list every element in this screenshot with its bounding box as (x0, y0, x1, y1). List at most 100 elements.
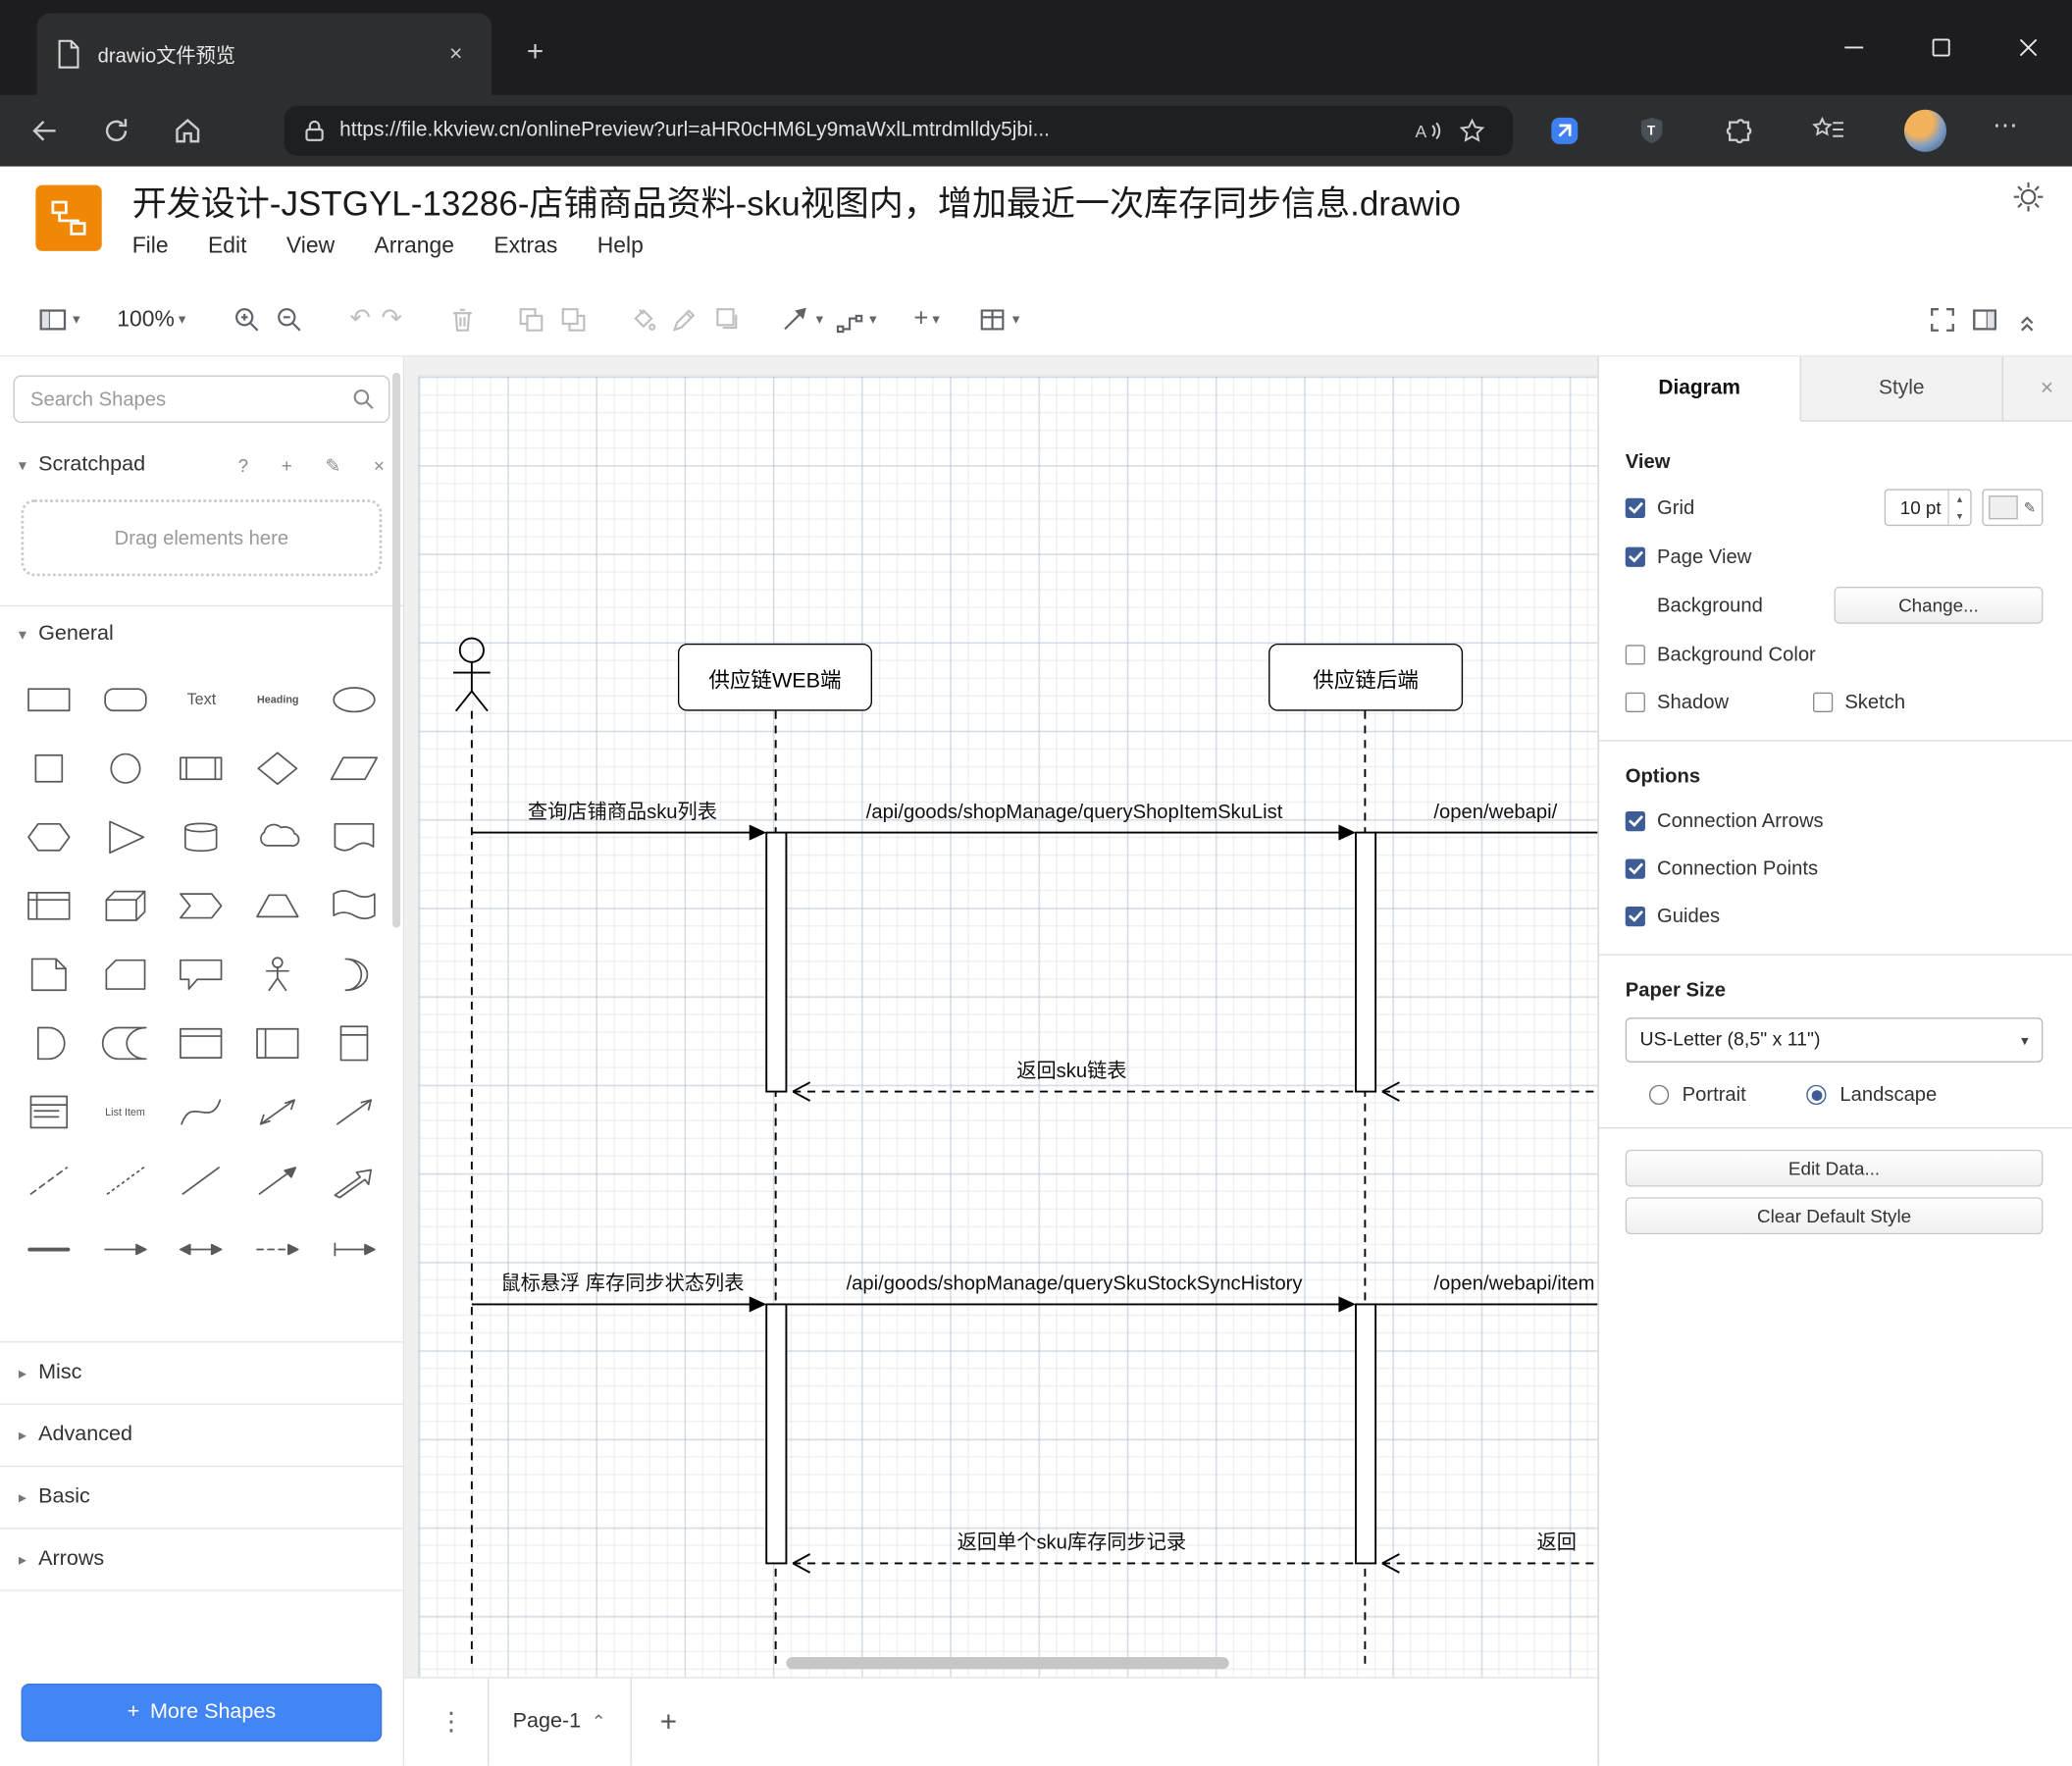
ellipse-shape[interactable] (316, 665, 392, 734)
list-item-shape[interactable]: List Item (87, 1077, 164, 1146)
connection-points-checkbox[interactable] (1625, 857, 1645, 879)
portrait-radio[interactable] (1648, 1084, 1670, 1106)
trapezoid-shape[interactable] (239, 871, 316, 940)
rectangle-shape[interactable] (11, 665, 87, 734)
bidirectional-arrow-shape[interactable] (239, 1077, 316, 1146)
theme-toggle-icon[interactable] (2006, 175, 2051, 220)
grid-color-button[interactable]: ✎ (1982, 489, 2044, 527)
read-aloud-icon[interactable]: A (1405, 111, 1450, 150)
redo-icon[interactable]: ↷ (376, 295, 407, 342)
simple-arrow-shape[interactable] (87, 1215, 164, 1283)
menu-help[interactable]: Help (597, 233, 644, 259)
scratchpad-dropzone[interactable]: Drag elements here (21, 499, 383, 577)
dashed-arrow-shape[interactable] (239, 1215, 316, 1283)
insert-button[interactable]: + ▾ (908, 295, 945, 342)
note-shape[interactable] (11, 940, 87, 1009)
container-shape[interactable] (163, 1009, 239, 1077)
url-text[interactable]: https://file.kkview.cn/onlinePreview?url… (339, 119, 1405, 142)
square-shape[interactable] (11, 734, 87, 803)
double-arrow-shape[interactable] (163, 1215, 239, 1283)
scratchpad-close-icon[interactable]: × (374, 454, 385, 476)
menu-file[interactable]: File (132, 233, 169, 259)
pages-menu-icon[interactable]: ⋮ (439, 1707, 464, 1738)
horizontal-container-shape[interactable] (239, 1009, 316, 1077)
section-arrows[interactable]: ▸ Arrows (0, 1528, 403, 1591)
favorite-star-icon[interactable] (1450, 111, 1495, 150)
diagonal-arrow-shape[interactable] (316, 1077, 392, 1146)
line-shape[interactable] (163, 1146, 239, 1215)
extensions-icon[interactable] (1717, 111, 1762, 150)
zoom-out-icon[interactable] (268, 295, 310, 342)
page-tab[interactable]: Page-1 ⌃ (488, 1678, 632, 1766)
message-label[interactable]: 鼠标悬浮 库存同步状态列表 (464, 1272, 781, 1298)
cube-shape[interactable] (87, 871, 164, 940)
table-button[interactable]: ▾ (971, 295, 1025, 342)
undo-icon[interactable]: ↶ (344, 295, 376, 342)
crossbar-shape[interactable] (11, 1215, 87, 1283)
process-shape[interactable] (163, 734, 239, 803)
dashed-line-shape[interactable] (11, 1146, 87, 1215)
format-panel-close-icon[interactable]: × (2041, 357, 2053, 421)
copilot-icon[interactable] (1542, 111, 1587, 150)
internal-storage-shape[interactable] (11, 871, 87, 940)
actor-shape[interactable] (239, 940, 316, 1009)
new-tab-button[interactable]: + (513, 29, 558, 75)
directional-arrow-shape[interactable] (239, 1146, 316, 1215)
message-label[interactable]: /open/webapi/ (1433, 800, 1597, 826)
section-general[interactable]: ▾ General (0, 606, 403, 662)
waypoints-style-button[interactable]: ▾ (828, 295, 882, 342)
curve-shape[interactable] (163, 1077, 239, 1146)
section-basic[interactable]: ▸ Basic (0, 1465, 403, 1528)
minimize-button[interactable] (1810, 0, 1897, 95)
parallelogram-shape[interactable] (316, 734, 392, 803)
edit-data-button[interactable]: Edit Data... (1625, 1149, 2044, 1187)
tab-diagram[interactable]: Diagram (1598, 356, 1801, 422)
lifeline-box-backend[interactable]: 供应链后端 (1269, 643, 1464, 711)
data-storage-shape[interactable] (87, 1009, 164, 1077)
text-shape[interactable]: Text (163, 665, 239, 734)
clear-default-style-button[interactable]: Clear Default Style (1625, 1197, 2044, 1235)
scratchpad-add-icon[interactable]: + (282, 454, 292, 476)
message-label[interactable]: /api/goods/shopManage/querySkuStockSyncH… (784, 1272, 1366, 1298)
menu-edit[interactable]: Edit (208, 233, 246, 259)
tape-shape[interactable] (316, 871, 392, 940)
step-shape[interactable] (163, 871, 239, 940)
menu-view[interactable]: View (286, 233, 335, 259)
lifeline-box-web[interactable]: 供应链WEB端 (677, 643, 872, 711)
collapse-toolbar-icon[interactable] (2006, 295, 2048, 342)
message-label[interactable]: /api/goods/shopManage/queryShopItemSkuLi… (784, 800, 1366, 826)
change-background-button[interactable]: Change... (1834, 587, 2044, 624)
background-color-checkbox[interactable] (1625, 644, 1645, 664)
maximize-button[interactable] (1897, 0, 1985, 95)
rounded-rectangle-shape[interactable] (87, 665, 164, 734)
grid-checkbox[interactable] (1625, 497, 1645, 518)
and-shape[interactable] (11, 1009, 87, 1077)
close-window-button[interactable] (1985, 0, 2072, 95)
sketch-checkbox[interactable] (1813, 692, 1834, 712)
sidebar-scrollbar[interactable] (392, 372, 401, 928)
scratchpad-header[interactable]: ▾ Scratchpad ? + ✎ × (0, 439, 403, 492)
format-panel-toggle-icon[interactable] (1964, 295, 2006, 342)
message-label[interactable]: 查询店铺商品sku列表 (464, 800, 781, 826)
diagram-canvas[interactable]: 供应链WEB端 供应链后端 查询店铺商品sku列表 /api/goods/sho… (404, 356, 1598, 1679)
address-bar[interactable]: https://file.kkview.cn/onlinePreview?url… (284, 105, 1514, 156)
card-shape[interactable] (87, 940, 164, 1009)
link-shape[interactable] (316, 1146, 392, 1215)
vertical-container-shape[interactable] (316, 1009, 392, 1077)
heading-shape[interactable]: Heading (239, 665, 316, 734)
refresh-icon[interactable] (90, 106, 143, 156)
diamond-shape[interactable] (239, 734, 316, 803)
search-input[interactable] (27, 386, 352, 412)
menu-extras[interactable]: Extras (493, 233, 557, 259)
triangle-shape[interactable] (87, 803, 164, 871)
circle-shape[interactable] (87, 734, 164, 803)
fullscreen-icon[interactable] (1921, 295, 1963, 342)
browser-tab[interactable]: drawio文件预览 × (36, 13, 492, 95)
document-shape[interactable] (316, 803, 392, 871)
cloud-shape[interactable] (239, 803, 316, 871)
guides-checkbox[interactable] (1625, 906, 1645, 926)
profile-avatar[interactable] (1903, 109, 1947, 152)
message-label[interactable]: 返回单个sku库存同步记录 (900, 1531, 1243, 1557)
message-label[interactable]: /open/webapi/item (1433, 1272, 1597, 1298)
view-panels-button[interactable]: ▾ (31, 295, 85, 342)
